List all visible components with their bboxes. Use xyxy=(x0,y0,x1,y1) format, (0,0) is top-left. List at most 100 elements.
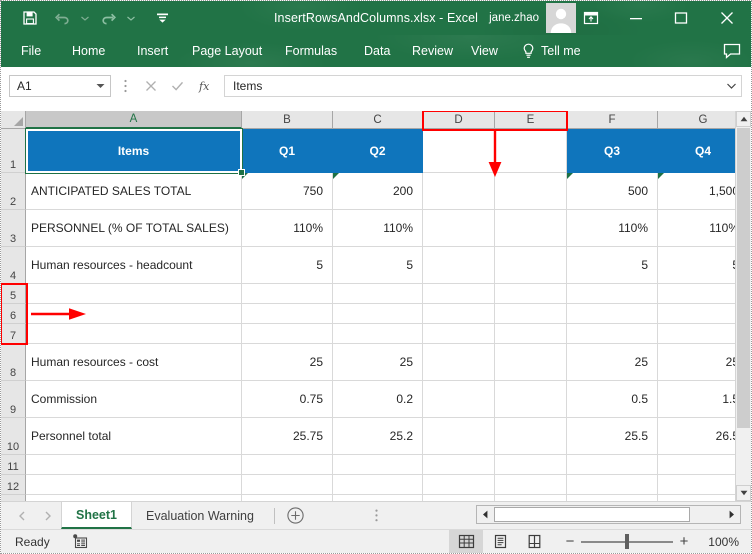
cell-B4[interactable]: 5 xyxy=(242,247,333,284)
cell-B12[interactable] xyxy=(242,475,333,495)
minimize-icon[interactable] xyxy=(613,1,658,35)
cell-D11[interactable] xyxy=(423,455,495,475)
close-icon[interactable] xyxy=(703,1,751,35)
column-header-e[interactable]: E xyxy=(495,111,567,129)
cell-D4[interactable] xyxy=(423,247,495,284)
cell-F8[interactable]: 25 xyxy=(567,344,658,381)
cell-B9[interactable]: 0.75 xyxy=(242,381,333,418)
cell-F9[interactable]: 0.5 xyxy=(567,381,658,418)
cell-D8[interactable] xyxy=(423,344,495,381)
vertical-scroll-thumb[interactable] xyxy=(737,128,750,428)
cell-F2[interactable]: 500 xyxy=(567,173,658,210)
zoom-slider-thumb[interactable] xyxy=(625,534,629,549)
row-header-2[interactable]: 2 xyxy=(1,173,26,210)
cell-B3[interactable]: 110% xyxy=(242,210,333,247)
cell-D9[interactable] xyxy=(423,381,495,418)
row-header-8[interactable]: 8 xyxy=(1,344,26,381)
tab-insert[interactable]: Insert xyxy=(137,35,168,67)
expand-formula-bar-icon[interactable] xyxy=(722,75,742,97)
cell-B5[interactable] xyxy=(242,284,333,304)
cell-F4[interactable]: 5 xyxy=(567,247,658,284)
page-break-preview-icon[interactable] xyxy=(517,530,551,553)
zoom-slider[interactable] xyxy=(581,530,673,553)
cell-C12[interactable] xyxy=(333,475,423,495)
cell-F3[interactable]: 110% xyxy=(567,210,658,247)
cell-F12[interactable] xyxy=(567,475,658,495)
row-header-9[interactable]: 9 xyxy=(1,381,26,418)
cell-A5[interactable] xyxy=(26,284,242,304)
cell-B2[interactable]: 750 xyxy=(242,173,333,210)
cell-A2[interactable]: ANTICIPATED SALES TOTAL xyxy=(26,173,242,210)
scroll-splitter[interactable] xyxy=(369,505,385,527)
cell-A1[interactable]: Items xyxy=(26,129,242,173)
cell-E9[interactable] xyxy=(495,381,567,418)
cell-B6[interactable] xyxy=(242,304,333,324)
cell-A10[interactable]: Personnel total xyxy=(26,418,242,455)
row-header-1[interactable]: 1 xyxy=(1,129,26,173)
cell-E11[interactable] xyxy=(495,455,567,475)
cell-E8[interactable] xyxy=(495,344,567,381)
cell-A11[interactable] xyxy=(26,455,242,475)
customize-qat-icon[interactable] xyxy=(146,5,178,31)
cell-B8[interactable]: 25 xyxy=(242,344,333,381)
vertical-scrollbar[interactable] xyxy=(735,111,751,501)
account-area[interactable]: jane.zhao xyxy=(489,1,576,35)
horizontal-scrollbar[interactable] xyxy=(476,505,741,524)
prev-sheet-icon[interactable] xyxy=(9,505,35,527)
cell-B1[interactable]: Q1 xyxy=(242,129,333,173)
cell-D5[interactable] xyxy=(423,284,495,304)
cell-E6[interactable] xyxy=(495,304,567,324)
row-header-11[interactable]: 11 xyxy=(1,455,26,475)
row-header-7[interactable]: 7 xyxy=(1,324,26,344)
formula-input[interactable]: Items xyxy=(224,75,722,97)
cell-E3[interactable] xyxy=(495,210,567,247)
row-header-5[interactable]: 5 xyxy=(1,284,26,304)
cell-F7[interactable] xyxy=(567,324,658,344)
cancel-icon[interactable] xyxy=(137,75,164,97)
cell-E1[interactable] xyxy=(495,129,567,173)
row-header-6[interactable]: 6 xyxy=(1,304,26,324)
tab-page-layout[interactable]: Page Layout xyxy=(192,35,262,67)
scroll-down-icon[interactable] xyxy=(736,485,751,501)
cell-A12[interactable] xyxy=(26,475,242,495)
tab-view[interactable]: View xyxy=(471,35,498,67)
cell-D1[interactable] xyxy=(423,129,495,173)
cell-D6[interactable] xyxy=(423,304,495,324)
cell-C11[interactable] xyxy=(333,455,423,475)
cell-A7[interactable] xyxy=(26,324,242,344)
cell-E2[interactable] xyxy=(495,173,567,210)
row-header-10[interactable]: 10 xyxy=(1,418,26,455)
column-header-a[interactable]: A xyxy=(26,111,242,129)
cell-B11[interactable] xyxy=(242,455,333,475)
cell-F10[interactable]: 25.5 xyxy=(567,418,658,455)
cell-C2[interactable]: 200 xyxy=(333,173,423,210)
scroll-up-icon[interactable] xyxy=(736,111,751,127)
cell-B10[interactable]: 25.75 xyxy=(242,418,333,455)
add-sheet-icon[interactable] xyxy=(281,503,311,529)
zoom-level[interactable]: 100% xyxy=(695,535,743,549)
tab-formulas[interactable]: Formulas xyxy=(285,35,337,67)
cell-D12[interactable] xyxy=(423,475,495,495)
scroll-left-icon[interactable] xyxy=(477,506,494,523)
zoom-out-button[interactable]: − xyxy=(559,530,581,553)
tab-home[interactable]: Home xyxy=(72,35,105,67)
column-header-f[interactable]: F xyxy=(567,111,658,129)
sheet-tab-evaluation-warning[interactable]: Evaluation Warning xyxy=(132,502,268,529)
cell-C1[interactable]: Q2 xyxy=(333,129,423,173)
cell-A4[interactable]: Human resources - headcount xyxy=(26,247,242,284)
undo-dropdown-icon[interactable] xyxy=(78,5,92,31)
tab-data[interactable]: Data xyxy=(364,35,390,67)
tab-file[interactable]: File xyxy=(21,35,41,67)
formula-bar-grip[interactable] xyxy=(117,75,133,97)
cell-E12[interactable] xyxy=(495,475,567,495)
cell-D10[interactable] xyxy=(423,418,495,455)
row-header-4[interactable]: 4 xyxy=(1,247,26,284)
cell-C7[interactable] xyxy=(333,324,423,344)
page-layout-view-icon[interactable] xyxy=(483,530,517,553)
cell-A6[interactable] xyxy=(26,304,242,324)
cell-E5[interactable] xyxy=(495,284,567,304)
record-macro-icon[interactable] xyxy=(72,534,88,549)
cell-C8[interactable]: 25 xyxy=(333,344,423,381)
select-all-corner[interactable] xyxy=(1,111,26,129)
cell-F6[interactable] xyxy=(567,304,658,324)
